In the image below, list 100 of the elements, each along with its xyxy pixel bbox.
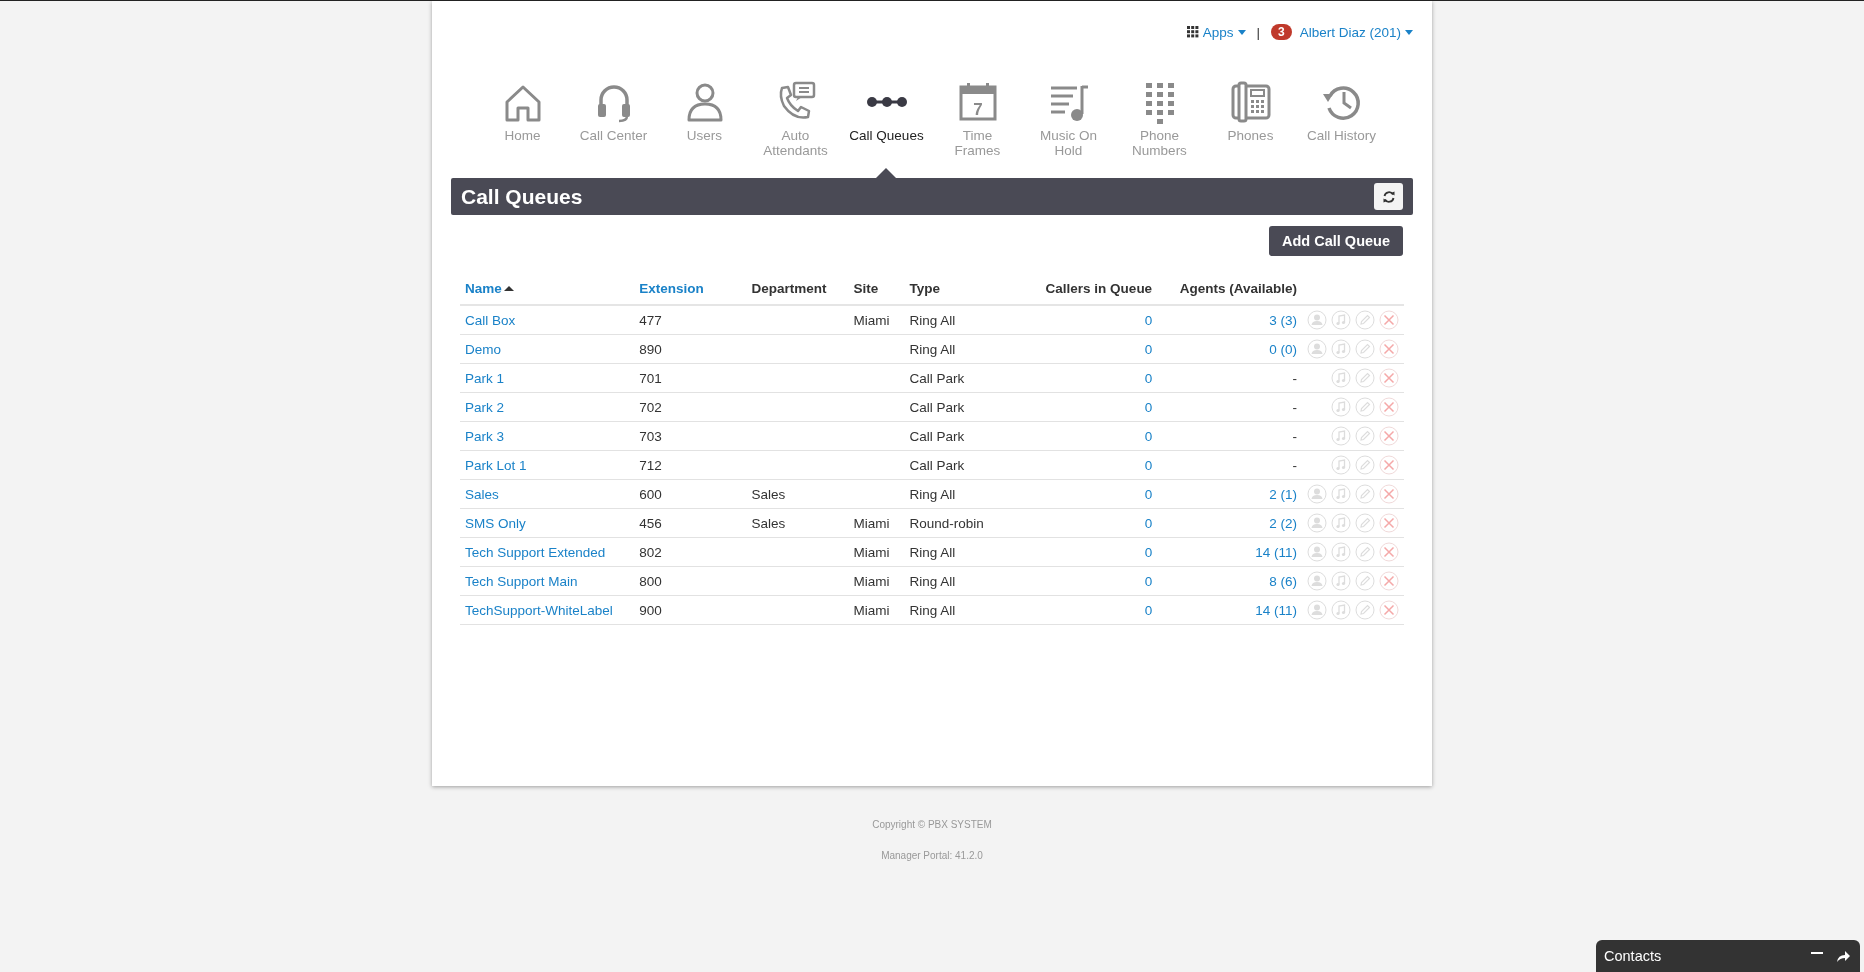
agents-link[interactable]: 2 (1) (1269, 486, 1297, 502)
table-cell: 600 (639, 486, 662, 502)
music-button[interactable] (1331, 310, 1351, 330)
edit-button[interactable] (1355, 513, 1375, 533)
table-cell: 456 (639, 515, 662, 531)
nav-tab[interactable]: 7 Time Frames (932, 80, 1023, 178)
music-button[interactable] (1331, 542, 1351, 562)
callers-link[interactable]: 0 (1144, 486, 1153, 502)
edit-button[interactable] (1355, 484, 1375, 504)
agents-button[interactable] (1307, 339, 1327, 359)
agents-link[interactable]: 2 (2) (1269, 515, 1297, 531)
three-dots-icon (865, 96, 908, 108)
queue-name-link[interactable]: TechSupport-WhiteLabel (465, 602, 613, 618)
callers-link[interactable]: 0 (1144, 399, 1153, 415)
music-button[interactable] (1331, 339, 1351, 359)
queue-name-link[interactable]: Sales (465, 486, 499, 502)
nav-tab[interactable]: Phones (1205, 80, 1296, 178)
nav-tab[interactable]: Call History (1296, 80, 1387, 178)
agents-link[interactable]: 14 (11) (1255, 544, 1297, 560)
edit-button[interactable] (1355, 426, 1375, 446)
callers-link[interactable]: 0 (1144, 370, 1153, 386)
table-cell: Ring All (909, 544, 956, 560)
music-button[interactable] (1331, 571, 1351, 591)
separator-text: | (1256, 24, 1260, 40)
agents-link[interactable]: 14 (11) (1255, 602, 1297, 618)
queue-name-link[interactable]: SMS Only (465, 515, 526, 531)
add-call-queue-button[interactable]: Add Call Queue (1269, 226, 1403, 256)
table-cell: 900 (639, 602, 662, 618)
queue-name-link[interactable]: Tech Support Main (465, 573, 578, 589)
callers-link[interactable]: 0 (1144, 341, 1153, 357)
music-button[interactable] (1331, 397, 1351, 417)
callers-link[interactable]: 0 (1144, 312, 1153, 328)
music-button[interactable] (1331, 426, 1351, 446)
nav-tab[interactable]: Auto Attendants (750, 80, 841, 178)
nav-tab[interactable]: Music On Hold (1023, 80, 1114, 178)
queue-name-link[interactable]: Park 2 (465, 399, 505, 415)
column-header: Type (904, 273, 1013, 305)
delete-button[interactable] (1379, 339, 1399, 359)
delete-button[interactable] (1379, 513, 1399, 533)
nav-tab[interactable]: Users (659, 80, 750, 178)
delete-button[interactable] (1379, 426, 1399, 446)
delete-button[interactable] (1379, 310, 1399, 330)
table-cell: Ring All (909, 573, 956, 589)
callers-link[interactable]: 0 (1144, 602, 1153, 618)
callers-link[interactable]: 0 (1144, 544, 1153, 560)
agents-link[interactable]: 3 (3) (1269, 312, 1297, 328)
music-button[interactable] (1331, 368, 1351, 388)
agents-link[interactable]: 8 (6) (1269, 573, 1297, 589)
share-arrow-icon[interactable] (1837, 950, 1850, 962)
table-cell: Ring All (909, 312, 956, 328)
queue-name-link[interactable]: Park Lot 1 (465, 457, 527, 473)
column-header[interactable]: Extension (634, 273, 747, 305)
callers-link[interactable]: 0 (1144, 515, 1153, 531)
caret-icon (1405, 29, 1413, 35)
queue-name-link[interactable]: Park 1 (465, 370, 505, 386)
callers-link[interactable]: 0 (1144, 428, 1153, 444)
agents-button[interactable] (1307, 484, 1327, 504)
delete-button[interactable] (1379, 484, 1399, 504)
table-cell: Miami (853, 602, 890, 618)
nav-tab[interactable]: Phone Numbers (1114, 80, 1205, 178)
edit-button[interactable] (1355, 310, 1375, 330)
edit-button[interactable] (1355, 542, 1375, 562)
edit-button[interactable] (1355, 339, 1375, 359)
agents-button[interactable] (1307, 571, 1327, 591)
edit-button[interactable] (1355, 397, 1375, 417)
music-button[interactable] (1331, 600, 1351, 620)
agents-button[interactable] (1307, 310, 1327, 330)
delete-button[interactable] (1379, 542, 1399, 562)
edit-button[interactable] (1355, 571, 1375, 591)
callers-link[interactable]: 0 (1144, 457, 1153, 473)
nav-tab[interactable]: Home (477, 80, 568, 178)
edit-button[interactable] (1355, 368, 1375, 388)
nav-tab[interactable]: Call Center (568, 80, 659, 178)
delete-button[interactable] (1379, 571, 1399, 591)
delete-button[interactable] (1379, 397, 1399, 417)
delete-button[interactable] (1379, 455, 1399, 475)
agents-button[interactable] (1307, 600, 1327, 620)
agents-button[interactable] (1307, 513, 1327, 533)
version-text: Manager Portal: 41.2.0 (881, 850, 983, 861)
queue-name-link[interactable]: Tech Support Extended (465, 544, 606, 560)
table-cell: 802 (639, 544, 662, 560)
delete-button[interactable] (1379, 368, 1399, 388)
edit-button[interactable] (1355, 455, 1375, 475)
column-header: Agents (Available) (1157, 273, 1302, 305)
delete-button[interactable] (1379, 600, 1399, 620)
agents-button[interactable] (1307, 542, 1327, 562)
music-button[interactable] (1331, 484, 1351, 504)
music-button[interactable] (1331, 455, 1351, 475)
queue-name-link[interactable]: Park 3 (465, 428, 505, 444)
queue-name-link[interactable]: Demo (465, 341, 501, 357)
apps-menu[interactable]: Apps (1186, 24, 1246, 40)
callers-link[interactable]: 0 (1144, 573, 1153, 589)
sort-ascending-icon (503, 286, 514, 291)
agents-link[interactable]: 0 (0) (1269, 341, 1297, 357)
column-header[interactable]: Name (460, 273, 635, 305)
user-menu[interactable]: Albert Diaz (201) (1299, 24, 1413, 40)
refresh-button[interactable] (1374, 183, 1403, 210)
music-button[interactable] (1331, 513, 1351, 533)
edit-button[interactable] (1355, 600, 1375, 620)
queue-name-link[interactable]: Call Box (465, 312, 516, 328)
